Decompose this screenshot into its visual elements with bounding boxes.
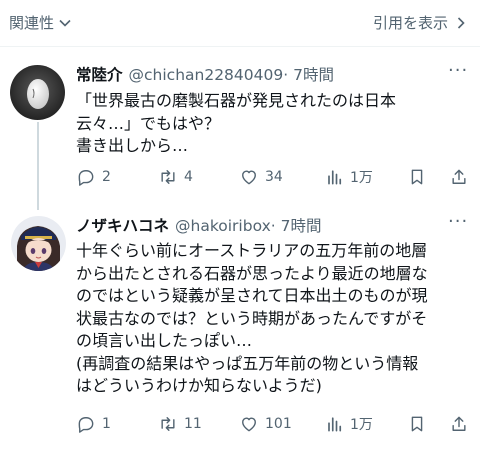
heart-icon (242, 417, 256, 432)
author-name[interactable]: ノザキハコネ (76, 214, 169, 236)
views-button[interactable]: 1万 (324, 414, 373, 434)
divider (0, 46, 480, 47)
repost-count: 11 (184, 416, 202, 432)
author-handle[interactable]: @hakoiribox (175, 217, 271, 235)
share-button[interactable] (449, 167, 469, 187)
more-options-icon[interactable]: ··· (448, 60, 468, 81)
reply-count: 1 (102, 416, 111, 432)
more-options-icon[interactable]: ··· (448, 211, 468, 232)
reply-icon (78, 170, 94, 186)
bookmark-icon (411, 169, 423, 185)
chevron-down-icon (59, 19, 71, 27)
bookmark-button[interactable] (407, 414, 427, 434)
repost-button[interactable]: 11 (158, 414, 202, 434)
text-line: はどういうわけか知らないようだ) (76, 376, 322, 395)
share-icon (452, 416, 466, 431)
text-line: 云々…」でもはや？ (76, 113, 221, 133)
reply-icon (78, 417, 94, 433)
author-handle[interactable]: @chichan22840409 (129, 66, 284, 84)
text-line: 状最古なのでは？という時期があったんですがそ (76, 308, 428, 328)
text-line: の頃言い出したっぽい… (76, 331, 253, 350)
avatar[interactable] (11, 216, 66, 271)
like-button[interactable]: 101 (239, 414, 292, 434)
like-button[interactable]: 34 (239, 167, 283, 187)
text-line: 書き出しから… (76, 136, 189, 155)
avatar[interactable] (10, 65, 65, 120)
text-line: 「世界最古の磨製石器が発見されたのは日本 (76, 91, 397, 110)
sort-relevance-dropdown[interactable]: 関連性 (9, 12, 72, 33)
bar-chart-icon (328, 417, 342, 432)
post-time[interactable]: · 7時間 (271, 214, 322, 236)
heart-icon (242, 170, 256, 185)
author-name[interactable]: 常陸介 (76, 63, 123, 85)
repost-icon (161, 417, 175, 431)
text-line: から出たとされる石器が思ったより最近の地層な (76, 263, 428, 283)
post-text: 十年ぐらい前にオーストラリアの五万年前の地層 から出たとされる石器が思ったより最… (76, 240, 428, 398)
bookmark-button[interactable] (407, 167, 427, 187)
repost-count: 4 (184, 169, 193, 185)
post-header: 常陸介 @chichan22840409 · 7時間 (76, 63, 334, 85)
post-actions: 2 4 34 1万 (76, 167, 472, 191)
egg-avatar-image (10, 65, 65, 120)
reply-button[interactable]: 2 (76, 167, 111, 187)
share-button[interactable] (449, 414, 469, 434)
post-time[interactable]: · 7時間 (283, 63, 334, 85)
reply-sort-bar: 関連性 引用を表示 (0, 0, 480, 46)
view-count: 1万 (350, 417, 373, 433)
repost-button[interactable]: 4 (158, 167, 193, 187)
bookmark-icon (411, 416, 423, 432)
post-header: ノザキハコネ @hakoiribox · 7時間 (76, 214, 321, 236)
post-actions: 1 11 101 1万 (76, 414, 472, 438)
repost-icon (161, 170, 175, 184)
reply-button[interactable]: 1 (76, 414, 111, 434)
reply-count: 2 (102, 169, 111, 185)
view-count: 1万 (350, 170, 373, 186)
anime-avatar-image (11, 216, 66, 271)
view-quotes-label: 引用を表示 (372, 14, 448, 32)
thread-connector-line (37, 122, 39, 210)
sort-label: 関連性 (9, 14, 55, 32)
share-icon (452, 169, 466, 184)
post-text: 「世界最古の磨製石器が発見されたのは日本 云々…」でもはや？ 書き出しから… (76, 90, 396, 158)
views-button[interactable]: 1万 (324, 167, 373, 187)
view-quotes-link[interactable]: 引用を表示 (373, 12, 468, 33)
text-line: 十年ぐらい前にオーストラリアの五万年前の地層 (76, 241, 428, 260)
bar-chart-icon (328, 170, 342, 185)
like-count: 34 (265, 169, 283, 185)
text-line: (再調査の結果はやっぱ五万年前の物という情報 (76, 353, 419, 373)
chevron-right-icon (457, 16, 465, 29)
like-count: 101 (265, 416, 292, 432)
text-line: のではという疑義が呈されて日本出土のものが現 (76, 286, 428, 305)
